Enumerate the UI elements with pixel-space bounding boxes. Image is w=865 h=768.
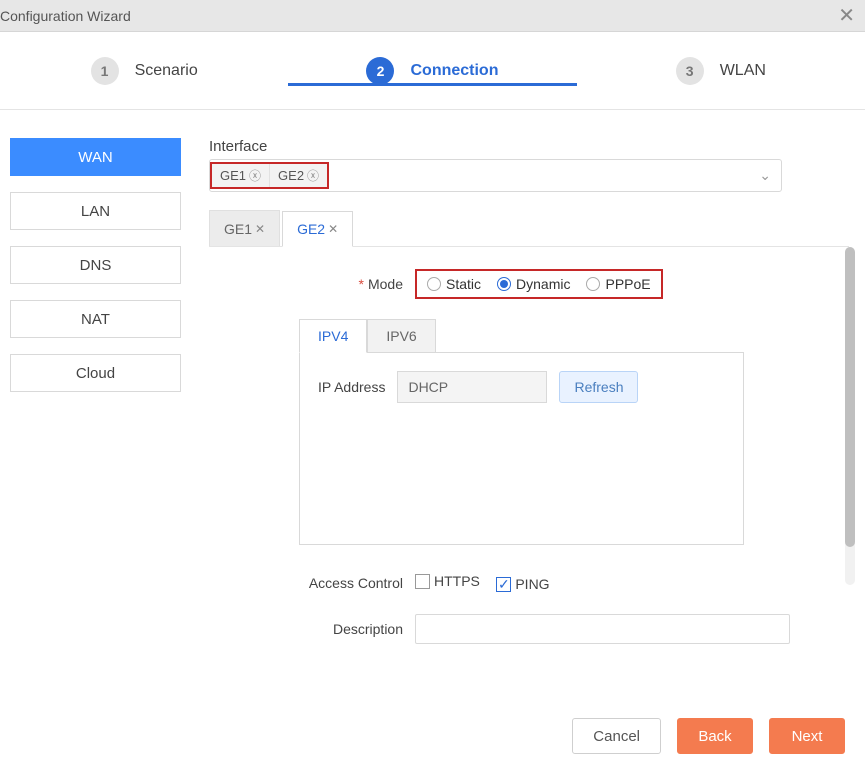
ip-address-label: IP Address	[318, 379, 385, 395]
required-asterisk: *	[359, 276, 364, 292]
description-row: Description	[299, 614, 845, 644]
radio-icon	[497, 277, 511, 291]
interface-tag-ge2[interactable]: GE2 ⓧ	[270, 164, 327, 187]
tab-ipv4[interactable]: IPV4	[299, 319, 367, 353]
radio-label: Dynamic	[516, 276, 570, 292]
vertical-scrollbar[interactable]	[845, 247, 855, 585]
sidebar-item-label: NAT	[81, 311, 110, 328]
access-control-row: Access Control HTTPS ✓ PING	[299, 573, 845, 594]
button-label: Cancel	[593, 728, 640, 745]
interface-label: Interface	[209, 138, 855, 155]
sidebar-item-label: WAN	[78, 149, 112, 166]
window-title: Configuration Wizard	[0, 8, 131, 24]
next-button[interactable]: Next	[769, 718, 845, 754]
mode-radio-group: Static Dynamic PPPoE	[415, 269, 663, 299]
close-tab-icon[interactable]: ✕	[255, 222, 265, 236]
close-icon[interactable]: ✕	[838, 3, 855, 28]
tab-label: GE1	[224, 221, 252, 237]
step-scenario[interactable]: 1 Scenario	[0, 57, 288, 85]
interface-tag-label: GE1	[220, 168, 246, 183]
scrollbar-thumb[interactable]	[845, 247, 855, 547]
checkbox-icon: ✓	[496, 577, 511, 592]
sidebar-item-label: Cloud	[76, 365, 115, 382]
mode-radio-static[interactable]: Static	[427, 276, 481, 292]
radio-label: Static	[446, 276, 481, 292]
button-label: Back	[698, 728, 731, 745]
ip-version-tabs: IPV4 IPV6	[299, 319, 845, 353]
step-number: 1	[91, 57, 119, 85]
sidebar-item-dns[interactable]: DNS	[10, 246, 181, 284]
cancel-button[interactable]: Cancel	[572, 718, 661, 754]
step-number: 2	[366, 57, 394, 85]
sidebar-item-cloud[interactable]: Cloud	[10, 354, 181, 392]
interface-select[interactable]: GE1 ⓧ GE2 ⓧ ⌄	[209, 159, 782, 192]
window-titlebar: Configuration Wizard ✕	[0, 0, 865, 32]
tab-ge2[interactable]: GE2 ✕	[282, 211, 353, 247]
close-tab-icon[interactable]: ✕	[328, 222, 338, 236]
access-control-label: Access Control	[299, 575, 415, 591]
checkbox-ping[interactable]: ✓ PING	[496, 576, 549, 592]
interface-tabs: GE1 ✕ GE2 ✕	[209, 210, 849, 247]
step-number: 3	[676, 57, 704, 85]
sidebar: WAN LAN DNS NAT Cloud	[10, 138, 181, 678]
ip-address-value: DHCP	[397, 371, 547, 403]
sidebar-item-nat[interactable]: NAT	[10, 300, 181, 338]
ip-panel: IP Address DHCP Refresh	[299, 352, 744, 545]
interface-tag-ge1[interactable]: GE1 ⓧ	[212, 164, 270, 187]
radio-label: PPPoE	[605, 276, 650, 292]
step-label: Scenario	[135, 62, 198, 80]
tab-ipv6[interactable]: IPV6	[367, 319, 435, 353]
ip-address-text: DHCP	[408, 379, 448, 395]
sidebar-item-label: DNS	[80, 257, 112, 274]
checkbox-icon	[415, 574, 430, 589]
mode-radio-dynamic[interactable]: Dynamic	[497, 276, 570, 292]
step-label: Connection	[410, 62, 498, 80]
button-label: Next	[792, 728, 823, 745]
back-button[interactable]: Back	[677, 718, 753, 754]
checkbox-label: PING	[515, 576, 549, 592]
mode-label-text: Mode	[368, 276, 403, 292]
refresh-button[interactable]: Refresh	[559, 371, 638, 403]
checkbox-label: HTTPS	[434, 573, 480, 589]
interface-tag-label: GE2	[278, 168, 304, 183]
wizard-footer: Cancel Back Next	[572, 718, 845, 754]
mode-row: *Mode Static Dynamic PPPoE	[299, 269, 845, 299]
remove-tag-icon[interactable]: ⓧ	[307, 167, 319, 184]
radio-icon	[427, 277, 441, 291]
wizard-steps: 1 Scenario 2 Connection 3 WLAN	[0, 32, 865, 110]
radio-icon	[586, 277, 600, 291]
interface-tags: GE1 ⓧ GE2 ⓧ	[210, 162, 329, 189]
description-input[interactable]	[415, 614, 790, 644]
refresh-button-label: Refresh	[574, 379, 623, 395]
chevron-down-icon: ⌄	[759, 167, 771, 184]
step-connection[interactable]: 2 Connection	[288, 57, 576, 85]
sidebar-item-wan[interactable]: WAN	[10, 138, 181, 176]
tab-label: GE2	[297, 221, 325, 237]
sidebar-item-label: LAN	[81, 203, 110, 220]
step-label: WLAN	[720, 62, 766, 80]
sidebar-item-lan[interactable]: LAN	[10, 192, 181, 230]
remove-tag-icon[interactable]: ⓧ	[249, 167, 261, 184]
step-wlan[interactable]: 3 WLAN	[577, 57, 865, 85]
mode-label: *Mode	[299, 276, 415, 292]
description-label: Description	[299, 621, 415, 637]
tab-label: IPV6	[386, 328, 416, 344]
tab-ge1[interactable]: GE1 ✕	[209, 210, 280, 246]
checkbox-https[interactable]: HTTPS	[415, 573, 480, 589]
tab-label: IPV4	[318, 328, 348, 344]
mode-radio-pppoe[interactable]: PPPoE	[586, 276, 650, 292]
